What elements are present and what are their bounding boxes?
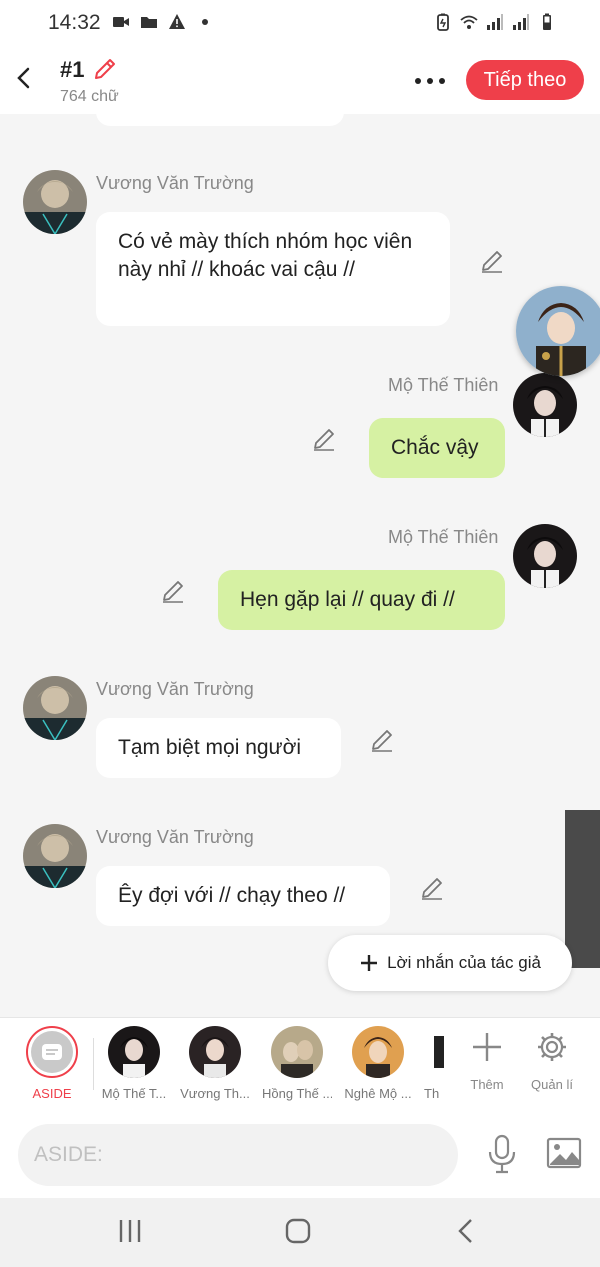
character-item[interactable]: Vương Th... — [180, 1026, 250, 1101]
edit-pencil-icon[interactable] — [419, 875, 445, 901]
home-icon[interactable] — [285, 1218, 311, 1244]
character-avatar — [424, 1026, 444, 1078]
avatar-image — [23, 824, 87, 888]
folder-icon — [141, 17, 157, 28]
character-bar: ASIDE Mộ Thế T... Vương Th... Hồng Thế .… — [0, 1017, 600, 1112]
message-input[interactable] — [18, 1124, 458, 1186]
author-note-button[interactable]: Lời nhắn của tác giả — [328, 935, 572, 991]
warning-icon — [169, 14, 185, 29]
edit-pencil-icon[interactable] — [311, 426, 337, 452]
edit-title-pencil-icon[interactable] — [92, 56, 118, 82]
sender-name: Vương Văn Trường — [96, 173, 254, 193]
character-item[interactable]: Nghê Mộ ... — [343, 1026, 413, 1101]
character-avatar — [352, 1026, 404, 1078]
system-back-icon[interactable] — [456, 1218, 476, 1244]
edit-pencil-icon[interactable] — [160, 578, 186, 604]
system-nav-bar — [0, 1198, 600, 1267]
video-icon — [113, 17, 129, 27]
composer-bar — [0, 1112, 600, 1198]
author-note-label: Lời nhắn của tác giả — [387, 953, 541, 972]
sender-name: Mộ Thế Thiên — [388, 375, 499, 395]
plus-icon — [473, 1033, 501, 1061]
back-arrow-icon[interactable] — [12, 62, 36, 94]
app-header: #1 764 chữ Tiếp theo — [0, 48, 600, 114]
character-name: Nghê Mộ ... — [344, 1086, 412, 1101]
avatar-image — [23, 676, 87, 740]
signal-icon-2 — [513, 14, 529, 30]
status-bar: 14:32 — [0, 0, 600, 48]
avatar-vuong-van-truong[interactable] — [23, 676, 87, 740]
character-item[interactable]: Th — [424, 1026, 444, 1101]
signal-icon — [487, 14, 503, 30]
dot-icon — [202, 19, 208, 25]
side-scroll-handle[interactable] — [565, 810, 600, 968]
message-bubble[interactable]: Có vẻ mày thích nhóm học viên này nhỉ //… — [96, 212, 450, 326]
avatar-image — [513, 524, 577, 588]
chat-area[interactable]: Vương Văn Trường Có vẻ mày thích nhóm họ… — [0, 114, 600, 1017]
battery-saver-icon — [437, 13, 449, 31]
avatar-mo-the-thien[interactable] — [513, 373, 577, 437]
edit-pencil-icon[interactable] — [369, 727, 395, 753]
add-character-button[interactable]: Thêm — [457, 1030, 517, 1092]
character-item[interactable]: Hồng Thế ... — [262, 1026, 332, 1101]
image-icon[interactable] — [546, 1136, 582, 1170]
sender-name: Vương Văn Trường — [96, 827, 254, 847]
wifi-icon — [460, 15, 478, 29]
battery-icon — [543, 13, 551, 30]
character-name: Hồng Thế ... — [262, 1086, 332, 1101]
next-button[interactable]: Tiếp theo — [466, 60, 584, 100]
aside-avatar — [26, 1026, 78, 1078]
avatar-vuong-van-truong[interactable] — [23, 170, 87, 234]
character-name: Mộ Thế T... — [101, 1086, 167, 1101]
character-name: Vương Th... — [180, 1086, 250, 1101]
gear-icon — [538, 1033, 566, 1061]
manage-characters-button[interactable]: Quản lí — [522, 1030, 582, 1092]
status-time: 14:32 — [48, 11, 101, 34]
character-item[interactable]: Mộ Thế T... — [99, 1026, 169, 1101]
avatar-vuong-van-truong[interactable] — [23, 824, 87, 888]
edit-pencil-icon[interactable] — [479, 248, 505, 274]
divider — [93, 1038, 94, 1090]
character-avatar — [189, 1026, 241, 1078]
floating-avatar-image — [516, 286, 600, 376]
microphone-icon[interactable] — [486, 1134, 518, 1174]
character-name: Th — [424, 1086, 440, 1101]
message-bubble[interactable]: Hẹn gặp lại // quay đi // — [218, 570, 505, 630]
message-bubble[interactable]: Tạm biệt mọi người — [96, 718, 341, 778]
floating-character-avatar[interactable] — [516, 286, 600, 376]
message-icon — [42, 1044, 62, 1060]
character-avatar — [108, 1026, 160, 1078]
avatar-mo-the-thien[interactable] — [513, 524, 577, 588]
recent-apps-icon[interactable] — [118, 1218, 142, 1244]
sender-name: Vương Văn Trường — [96, 679, 254, 699]
character-name: ASIDE — [32, 1086, 72, 1101]
message-bubble[interactable]: Êy đợi với // chạy theo // — [96, 866, 390, 926]
previous-message-bubble[interactable] — [96, 114, 344, 126]
avatar-image — [23, 170, 87, 234]
chapter-title: #1 — [60, 57, 85, 82]
manage-label: Quản lí — [531, 1077, 573, 1092]
word-count: 764 chữ — [60, 88, 119, 105]
character-aside[interactable]: ASIDE — [17, 1026, 87, 1101]
avatar-image — [513, 373, 577, 437]
plus-icon — [361, 955, 378, 971]
add-label: Thêm — [470, 1077, 504, 1092]
more-options-icon[interactable] — [410, 66, 450, 96]
message-bubble[interactable]: Chắc vậy — [369, 418, 505, 478]
sender-name: Mộ Thế Thiên — [388, 527, 499, 547]
character-avatar — [271, 1026, 323, 1078]
